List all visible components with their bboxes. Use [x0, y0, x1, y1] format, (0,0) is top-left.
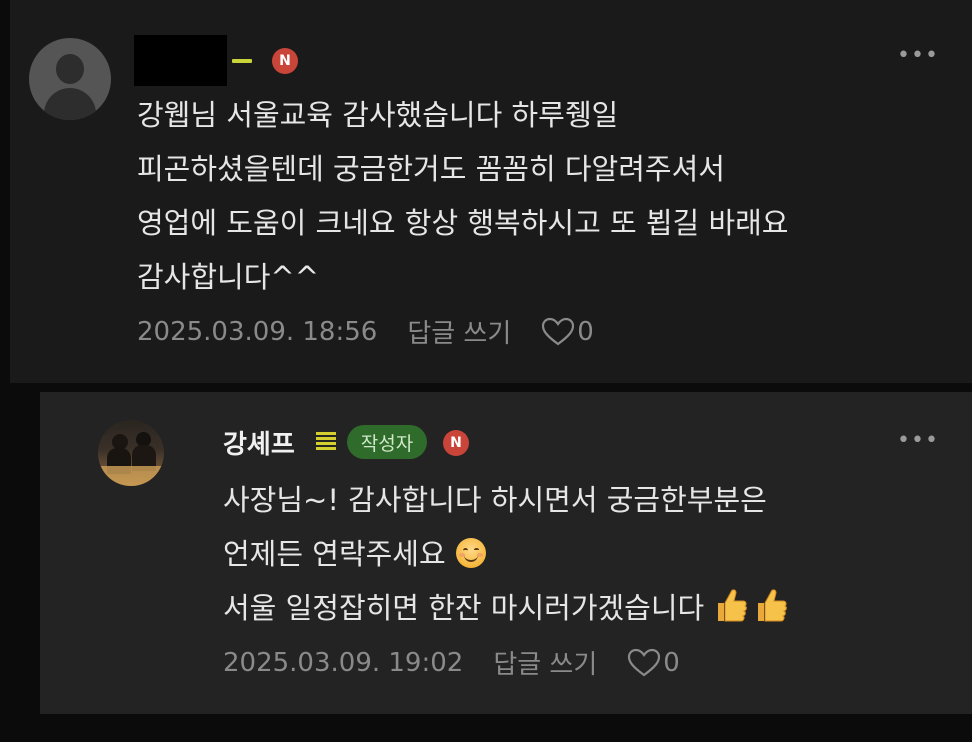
- thumbs-up-icon: [718, 589, 748, 622]
- avatar[interactable]: [29, 38, 111, 120]
- comment-thread: N ••• 강웹님 서울교육 감사했습니다 하루쥉일 피곤하셨을텐데 궁금한거도…: [0, 0, 972, 742]
- comment-line-text: 사장님~! 감사합니다 하시면서 궁금한부분은: [223, 483, 767, 517]
- avatar-table: [98, 466, 164, 486]
- new-badge: N: [272, 48, 298, 74]
- redacted-username: [134, 35, 227, 86]
- heart-icon: [542, 317, 575, 345]
- more-options-icon[interactable]: •••: [897, 45, 939, 67]
- member-level-icon: [316, 432, 336, 450]
- like-button[interactable]: 0: [541, 317, 594, 347]
- author-name[interactable]: 강셰프: [223, 424, 295, 461]
- member-level-icon: [232, 59, 252, 63]
- avatar-head-shape: [56, 54, 84, 84]
- comment-line-text: 서울 일정잡히면 한잔 마시러가겠습니다: [223, 591, 705, 625]
- more-options-icon[interactable]: •••: [897, 430, 939, 452]
- author-tag: 작성자: [347, 425, 427, 459]
- comment-line: 서울 일정잡히면 한잔 마시러가겠습니다: [223, 581, 788, 635]
- author-avatar[interactable]: [98, 420, 164, 486]
- reply-meta: 2025.03.09. 19:02 답글 쓰기 0: [223, 644, 680, 681]
- comment-line: 강웹님 서울교육 감사했습니다 하루쥉일: [137, 98, 619, 132]
- comment-date: 2025.03.09. 19:02: [223, 647, 464, 678]
- like-count: 0: [577, 316, 594, 347]
- smiling-face-icon: [455, 538, 486, 568]
- reply-body: 사장님~! 감사합니다 하시면서 궁금한부분은 언제든 연락주세요 서울 일정잡…: [223, 473, 788, 635]
- comment-line: 감사합니다^^: [137, 260, 319, 294]
- comment-line: 언제든 연락주세요: [223, 527, 788, 581]
- comment-meta: 2025.03.09. 18:56 답글 쓰기 0: [137, 313, 594, 350]
- thumbs-up-icon: [758, 589, 788, 622]
- comment-body: 강웹님 서울교육 감사했습니다 하루쥉일 피곤하셨을텐데 궁금한거도 꼼꼼히 다…: [137, 88, 789, 304]
- heart-icon: [628, 648, 661, 676]
- reply-button[interactable]: 답글 쓰기: [407, 313, 511, 350]
- comment-line-text: 언제든 연락주세요: [223, 537, 446, 571]
- comment-line: 사장님~! 감사합니다 하시면서 궁금한부분은: [223, 473, 788, 527]
- reply-button[interactable]: 답글 쓰기: [493, 644, 597, 681]
- comment-line: 영업에 도움이 크네요 항상 행복하시고 또 뵙길 바래요: [137, 206, 789, 240]
- like-button[interactable]: 0: [627, 648, 680, 678]
- like-count: 0: [663, 647, 680, 678]
- new-badge: N: [443, 430, 469, 456]
- comment-date: 2025.03.09. 18:56: [137, 316, 378, 347]
- comment-line: 피곤하셨을텐데 궁금한거도 꼼꼼히 다알려주셔서: [137, 152, 725, 186]
- avatar-body-shape: [44, 88, 96, 120]
